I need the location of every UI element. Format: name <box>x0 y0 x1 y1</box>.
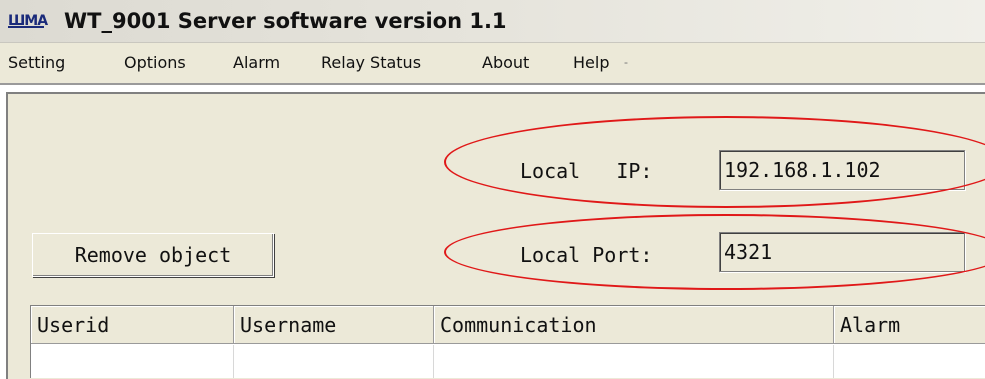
table-cell[interactable] <box>31 345 234 378</box>
menu-relay-status[interactable]: Relay Status <box>321 52 421 74</box>
remove-object-button[interactable]: Remove object <box>32 233 274 277</box>
menu-help[interactable]: Help <box>573 52 609 74</box>
menu-separator-mark: - <box>624 55 628 69</box>
column-header-alarm[interactable]: Alarm <box>834 306 985 344</box>
menu-alarm[interactable]: Alarm <box>233 52 280 74</box>
app-logo-icon: ШМА <box>8 13 48 29</box>
menu-options[interactable]: Options <box>124 52 186 74</box>
users-table: Userid Username Communication Alarm <box>30 305 985 378</box>
menu-bar: Setting Options Alarm Relay Status About… <box>0 43 985 85</box>
column-header-communication[interactable]: Communication <box>434 306 834 344</box>
column-header-username[interactable]: Username <box>234 306 434 344</box>
local-port-label: Local Port: <box>520 243 653 267</box>
table-cell[interactable] <box>434 345 834 378</box>
menu-setting[interactable]: Setting <box>8 52 65 74</box>
local-ip-label: Local IP: <box>520 159 653 183</box>
window-title: WT_9001 Server software version 1.1 <box>64 9 507 33</box>
column-header-userid[interactable]: Userid <box>31 306 234 344</box>
local-ip-field[interactable]: 192.168.1.102 <box>719 150 965 190</box>
table-cell[interactable] <box>234 345 434 378</box>
menu-about[interactable]: About <box>482 52 529 74</box>
table-cell[interactable] <box>834 345 985 378</box>
title-bar[interactable]: ШМА WT_9001 Server software version 1.1 <box>0 0 985 43</box>
local-port-field[interactable]: 4321 <box>719 232 965 272</box>
